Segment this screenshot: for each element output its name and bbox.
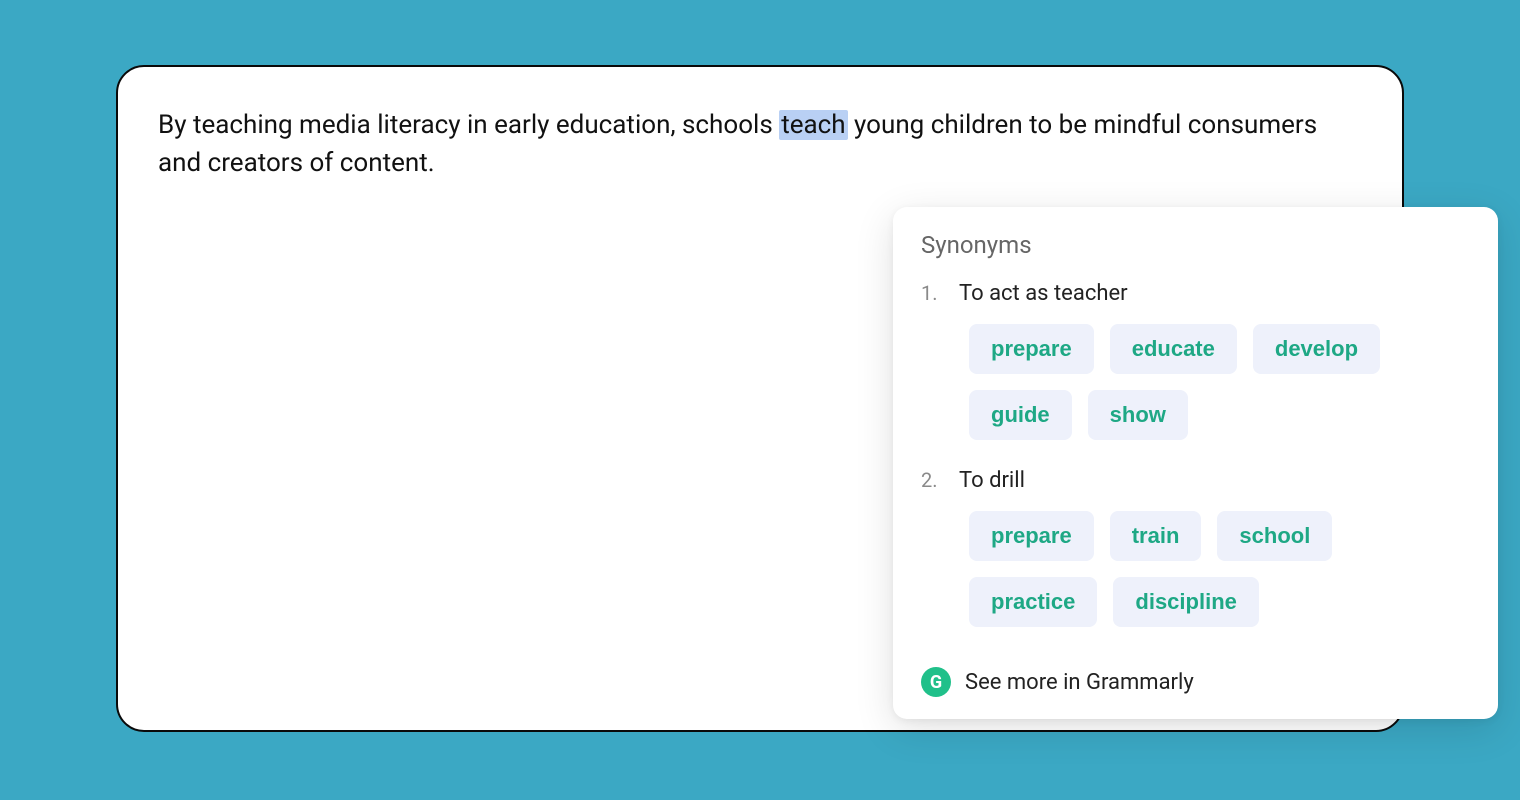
- grammarly-icon: G: [921, 667, 951, 697]
- synonym-chip[interactable]: discipline: [1113, 577, 1258, 627]
- sentence-before: By teaching media literacy in early educ…: [158, 110, 779, 140]
- see-more-text: See more in Grammarly: [965, 670, 1194, 695]
- sense-group-1: 1. To act as teacher prepare educate dev…: [921, 281, 1470, 440]
- synonym-chips-1: prepare educate develop guide show: [921, 324, 1470, 440]
- synonym-chips-2: prepare train school practice discipline: [921, 511, 1470, 627]
- see-more-link[interactable]: G See more in Grammarly: [921, 655, 1470, 697]
- synonym-chip[interactable]: practice: [969, 577, 1097, 627]
- sense-meaning: To act as teacher: [959, 281, 1128, 306]
- sense-head-1: 1. To act as teacher: [921, 281, 1470, 306]
- sense-meaning: To drill: [959, 468, 1025, 493]
- synonym-chip[interactable]: train: [1110, 511, 1202, 561]
- sense-head-2: 2. To drill: [921, 468, 1470, 493]
- sense-group-2: 2. To drill prepare train school practic…: [921, 468, 1470, 627]
- synonym-chip[interactable]: educate: [1110, 324, 1237, 374]
- sense-number: 1.: [921, 281, 941, 305]
- synonym-chip[interactable]: prepare: [969, 324, 1094, 374]
- synonym-chip[interactable]: show: [1088, 390, 1188, 440]
- sense-number: 2.: [921, 468, 941, 492]
- popup-title: Synonyms: [921, 231, 1470, 259]
- synonym-chip[interactable]: prepare: [969, 511, 1094, 561]
- synonym-chip[interactable]: develop: [1253, 324, 1380, 374]
- synonyms-popup: Synonyms 1. To act as teacher prepare ed…: [893, 207, 1498, 719]
- editor-sentence[interactable]: By teaching media literacy in early educ…: [158, 107, 1358, 182]
- editor-card: By teaching media literacy in early educ…: [116, 65, 1404, 732]
- synonym-chip[interactable]: school: [1217, 511, 1332, 561]
- highlighted-word[interactable]: teach: [779, 110, 847, 140]
- synonym-chip[interactable]: guide: [969, 390, 1072, 440]
